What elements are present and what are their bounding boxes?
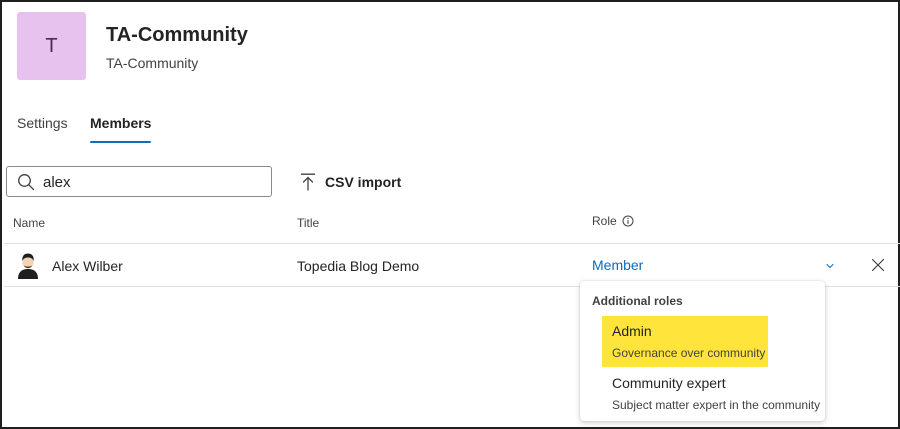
csv-import-button[interactable]: CSV import <box>300 170 401 194</box>
community-avatar-initial: T <box>45 34 58 57</box>
page-subtitle: TA-Community <box>106 55 199 71</box>
search-icon <box>18 174 35 191</box>
chevron-down-icon[interactable] <box>824 260 836 272</box>
community-avatar: T <box>17 12 86 80</box>
column-header-role-label: Role <box>592 214 617 228</box>
role-option-admin[interactable]: Admin Governance over community <box>602 316 768 367</box>
role-select[interactable]: Member <box>592 257 643 273</box>
role-option-description: Governance over community <box>612 346 766 360</box>
user-avatar <box>14 251 42 279</box>
role-dropdown-menu: Additional roles Admin Governance over c… <box>580 281 825 421</box>
tab-settings-label: Settings <box>17 115 68 131</box>
role-option-label: Admin <box>612 323 652 339</box>
column-header-role: Role <box>592 214 634 228</box>
role-option-label: Community expert <box>612 375 726 391</box>
csv-import-label: CSV import <box>325 174 402 190</box>
column-header-name: Name <box>13 216 46 230</box>
search-box[interactable] <box>6 166 272 197</box>
user-name: Alex Wilber <box>52 258 123 274</box>
tab-members-label: Members <box>90 115 152 131</box>
app-window: T TA-Community TA-Community Settings Mem… <box>0 0 900 429</box>
role-option-community-expert[interactable]: Community expert Subject matter expert i… <box>602 375 822 415</box>
row-divider <box>4 243 900 244</box>
role-option-description: Subject matter expert in the community <box>612 398 821 412</box>
page-title: TA-Community <box>106 24 248 46</box>
dropdown-group-header: Additional roles <box>592 294 683 308</box>
remove-member-close-icon[interactable] <box>871 258 885 272</box>
search-input[interactable] <box>43 171 263 193</box>
active-tab-indicator <box>90 141 152 143</box>
user-title: Topedia Blog Demo <box>297 258 420 274</box>
info-icon[interactable] <box>622 215 634 227</box>
tab-members[interactable]: Members <box>90 115 152 143</box>
upload-icon <box>300 173 316 191</box>
tab-settings[interactable]: Settings <box>17 115 68 143</box>
column-header-title: Title <box>297 216 320 230</box>
